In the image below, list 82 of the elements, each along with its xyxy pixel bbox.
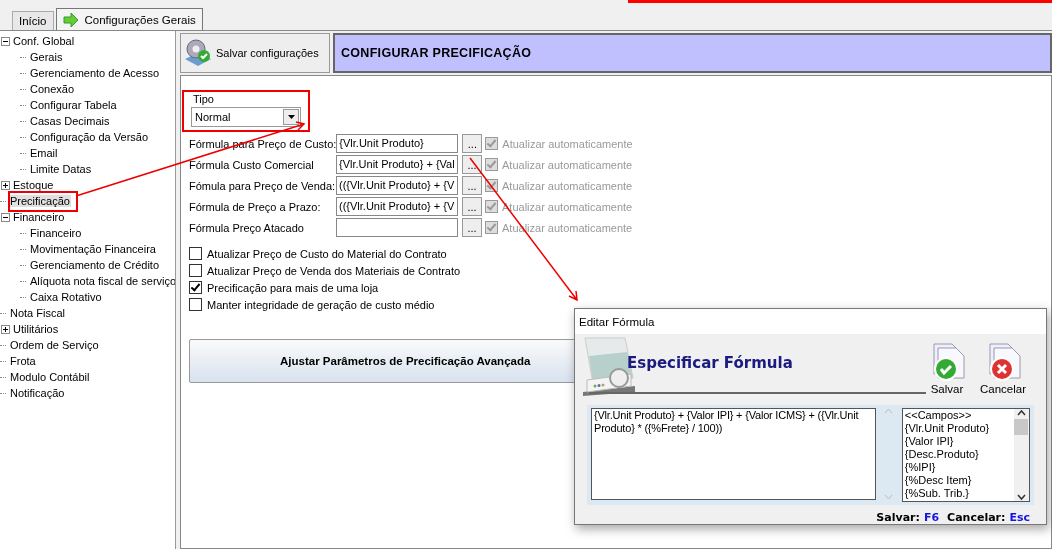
- tree-item[interactable]: Alíquota nota fiscal de serviço: [29, 275, 175, 287]
- collapse-icon[interactable]: [1, 36, 10, 46]
- browse-button[interactable]: ...: [462, 134, 483, 153]
- tree-item[interactable]: Limite Datas: [29, 163, 93, 175]
- shortcut-key: F6: [923, 511, 940, 524]
- tree-item[interactable]: Estoque: [12, 179, 55, 191]
- tree-item[interactable]: Financeiro: [12, 211, 66, 223]
- shortcut-key: Esc: [1009, 511, 1030, 524]
- tree-item[interactable]: Configuração da Versão: [29, 131, 150, 143]
- tree-item[interactable]: Utilitários: [12, 323, 60, 335]
- checkbox-label: Atualizar Preço de Custo do Material do Contrato: [207, 247, 447, 260]
- field-label: Tipo: [193, 93, 214, 105]
- field-label: Fórmula Preço Atacado: [189, 221, 305, 234]
- formula-field[interactable]: {Vlr.Unit Produto} + {Val: [336, 155, 458, 174]
- chevron-up-icon[interactable]: [1017, 409, 1026, 417]
- formula-field[interactable]: {Vlr.Unit Produto}: [336, 134, 459, 153]
- tree-item[interactable]: Caixa Rotativo: [29, 291, 103, 303]
- checkbox-label: Precificação para mais de uma loja: [207, 281, 379, 294]
- tree-item[interactable]: Financeiro: [29, 227, 83, 239]
- checkbox[interactable]: [189, 264, 202, 277]
- gear-check-icon: [183, 37, 213, 69]
- dialog-title: Editar Fórmula: [575, 309, 1046, 335]
- list-item[interactable]: {Desc.Produto}: [904, 448, 1012, 461]
- shortcut-label: Salvar:: [876, 511, 920, 524]
- save-button[interactable]: Salvar: [925, 342, 968, 396]
- tree-item[interactable]: Precificação: [9, 195, 71, 207]
- formula-text-area[interactable]: {Vlr.Unit Produto} + {Valor IPI} + {Valor ICMS} + ({Vlr.Unit Produto} * ({%Frete} / 100)): [591, 408, 876, 500]
- shortcut-label: Cancelar:: [947, 511, 1006, 524]
- list-item[interactable]: {%IPI}: [904, 461, 1012, 474]
- checkbox[interactable]: [189, 298, 202, 311]
- tree-item[interactable]: Nota Fiscal: [9, 307, 67, 319]
- checkbox-label: Atualizar automaticamente: [502, 137, 633, 150]
- tree-item[interactable]: Email: [29, 147, 59, 159]
- tree-item[interactable]: Movimentação Financeira: [29, 243, 157, 255]
- dialog-heading: Especificar Fórmula: [627, 354, 793, 373]
- browse-button[interactable]: ...: [462, 197, 482, 216]
- highlight-box: [8, 191, 78, 212]
- dropdown-arrow-icon: [287, 115, 295, 119]
- list-item[interactable]: <<Campos>>: [904, 409, 1012, 422]
- formula-field[interactable]: (({Vlr.Unit Produto} + {V: [336, 176, 458, 195]
- arrow-icon: [62, 12, 79, 27]
- browse-button[interactable]: ...: [462, 176, 482, 195]
- formula-field[interactable]: (({Vlr.Unit Produto} + {V: [336, 197, 458, 216]
- type-dropdown[interactable]: Normal: [191, 107, 301, 127]
- tree-item[interactable]: Frota: [9, 355, 37, 367]
- section-header: CONFIGURAR PRECIFICAÇÃO: [333, 33, 1052, 73]
- list-item[interactable]: {%Sub. Trib.}: [904, 487, 1012, 500]
- tree-item[interactable]: Notificação: [9, 387, 66, 399]
- checkbox[interactable]: [189, 281, 202, 294]
- tab[interactable]: Início: [12, 11, 54, 30]
- expand-icon[interactable]: [1, 180, 10, 190]
- checkbox-label: Atualizar automaticamente: [502, 158, 633, 171]
- field-label: Fómula para Preço de Venda:: [189, 179, 336, 192]
- save-button[interactable]: Salvar configurações: [180, 33, 330, 73]
- cancel-button[interactable]: Cancelar: [979, 342, 1026, 396]
- tree-item[interactable]: Conf. Global: [12, 35, 76, 47]
- scrollbar[interactable]: [1014, 409, 1029, 501]
- browse-button[interactable]: ...: [462, 155, 482, 174]
- field-label: Fórmula de Preço a Prazo:: [189, 200, 322, 213]
- tree-item[interactable]: Conexão: [29, 83, 76, 95]
- checkbox-label: Atualizar Preço de Venda dos Materiais de Contrato: [207, 264, 461, 277]
- formula-field[interactable]: [336, 218, 458, 237]
- collapse-icon[interactable]: [1, 212, 10, 222]
- tab[interactable]: Configurações Gerais: [55, 8, 203, 30]
- field-label: Fórmula Custo Comercial: [189, 158, 315, 171]
- list-item[interactable]: {Vlr.Unit Produto}: [904, 422, 1012, 435]
- tree-item[interactable]: Ordem de Serviço: [9, 339, 100, 351]
- tree-item[interactable]: Configurar Tabela: [29, 99, 118, 111]
- tree-item[interactable]: Gerais: [29, 51, 64, 63]
- scrollbar-thumb[interactable]: [1014, 419, 1029, 435]
- checkbox[interactable]: [189, 247, 202, 260]
- tree-item[interactable]: Modulo Contábil: [9, 371, 91, 383]
- chevron-down-icon[interactable]: [1017, 493, 1026, 501]
- checkbox-label: Manter integridade de geração de custo médio: [207, 298, 435, 311]
- tree-item[interactable]: Casas Decimais: [29, 115, 111, 127]
- list-item[interactable]: {%Desc Item}: [904, 474, 1012, 487]
- tree-item[interactable]: Gerenciamento de Crédito: [29, 259, 160, 271]
- browse-button[interactable]: ...: [462, 218, 482, 237]
- checkbox-label: Atualizar automaticamente: [502, 179, 633, 192]
- expand-icon[interactable]: [1, 324, 10, 334]
- tree-item[interactable]: Gerenciamento de Acesso: [29, 67, 161, 79]
- list-item[interactable]: {Valor IPI}: [904, 435, 1012, 448]
